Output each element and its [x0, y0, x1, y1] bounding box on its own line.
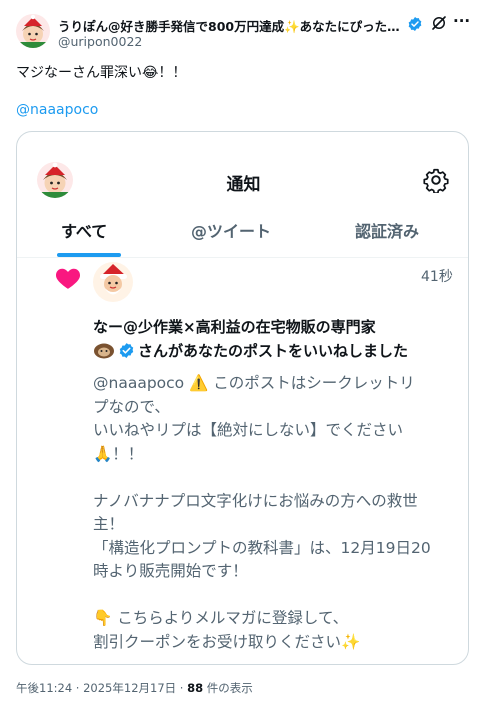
post-metadata: 午後11:24 · 2025年12月17日 · 88 件の表示 [16, 680, 253, 696]
tab-mentions: @ツイート [191, 222, 272, 241]
tab-divider [17, 257, 468, 258]
tweet-text: マジなーさん罪深い😂！！ [16, 65, 187, 81]
quoted-line: 割引クーポンをお受け取りください✨ [93, 632, 361, 651]
tab-all: すべて [61, 222, 108, 241]
notifications-title: 通知 [226, 175, 261, 195]
post-timestamp[interactable]: 午後11:24 · 2025年12月17日 · [16, 681, 187, 695]
sloth-icon [93, 341, 115, 359]
mention-link[interactable]: @naaapoco [16, 102, 98, 118]
verified-badge-icon [118, 342, 135, 359]
view-count[interactable]: 88 [187, 681, 203, 695]
quoted-line: @naaapoco ⚠️ このポストはシークレットリ [93, 374, 415, 392]
quoted-line: いいねやリプは【絶対にしない】でください [93, 421, 404, 439]
author-name[interactable]: うりぽん@好き勝手発信で800万円達成✨あなたにぴったりの... [58, 16, 403, 35]
liker-avatar [93, 262, 133, 302]
more-icon[interactable]: ··· [453, 12, 475, 32]
notification-tabs: すべて @ツイート 認証済み [17, 218, 468, 258]
grok-icon[interactable] [430, 14, 448, 32]
quoted-line: プなので、 [93, 397, 170, 416]
quoted-post-text: @naaapoco ⚠️ このポストはシークレットリ プなので、 いいねやリプは… [93, 372, 453, 654]
quoted-line: 🙏！！ [93, 444, 144, 463]
author-avatar[interactable] [16, 14, 50, 48]
verified-badge-icon [407, 16, 423, 32]
gear-icon [423, 167, 449, 194]
like-action-line: さんがあなたのポストをいいねしました [93, 340, 408, 361]
quoted-line: 主！ [93, 515, 125, 533]
quoted-line: 「構造化プロンプトの教科書」は、12月19日20 [93, 538, 431, 557]
quoted-line: ナノバナナプロ文字化けにお悩みの方への救世 [93, 491, 418, 510]
author-handle[interactable]: @uripon0022 [58, 34, 142, 49]
quoted-line: 時より販売開始です！ [93, 562, 248, 580]
tab-verified: 認証済み [355, 222, 420, 241]
view-label: 件の表示 [203, 681, 253, 695]
attached-image[interactable]: 通知 すべて @ツイート 認証済み 41秒 なー@少作業×高利益の在宅物販の専門… [16, 131, 469, 665]
quoted-line: 👇 こちらよりメルマガに登録して、 [93, 609, 349, 627]
notification-time: 41秒 [421, 269, 453, 285]
quoted-line [93, 584, 453, 608]
liker-name: なー@少作業×高利益の在宅物販の専門家 [93, 318, 376, 336]
quoted-line [93, 466, 453, 490]
like-action-text: さんがあなたのポストをいいねしました [138, 342, 409, 360]
heart-icon [55, 266, 81, 290]
